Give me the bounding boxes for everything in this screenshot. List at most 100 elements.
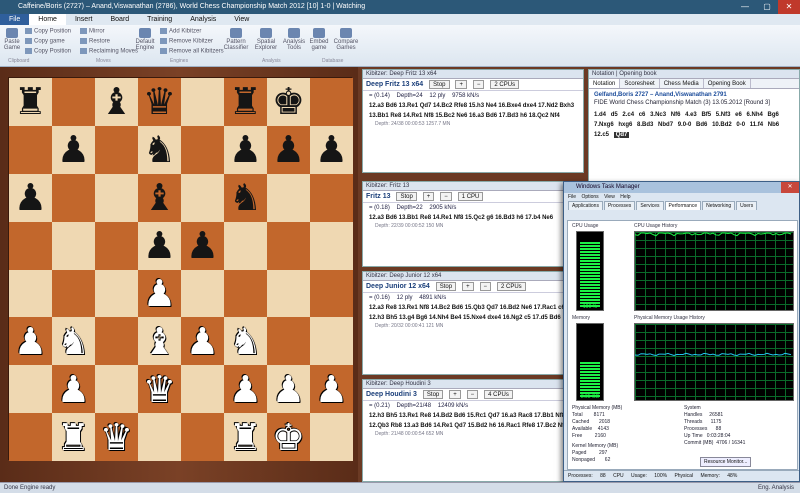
menu-training[interactable]: Training	[138, 14, 181, 25]
white-pawn-icon[interactable]: ♟	[14, 323, 47, 360]
white-pawn-icon[interactable]: ♟	[315, 371, 348, 408]
white-pawn-icon[interactable]: ♟	[57, 371, 90, 408]
square[interactable]: ♜	[9, 78, 52, 126]
chess-board[interactable]: ♜ ♝ ♛ ♜ ♚ ♟ ♞ ♟ ♟ ♟ ♟ ♝ ♞ ♟ ♟ ♟ ♟ ♞ ♝ ♟ ♞ ♟ ♛ ♟ ♟ ♟ ♜ ♛ ♜ ♚	[8, 77, 353, 461]
move[interactable]: 8.Bd3	[637, 122, 658, 128]
menu-analysis[interactable]: Analysis	[181, 14, 225, 25]
engine-line[interactable]: 13.Bb1 Re8 14.Re1 Nf8 15.Bc2 Ne6 16.a3 B…	[363, 111, 583, 121]
paste-game-button[interactable]: Paste Game	[3, 27, 21, 51]
square[interactable]	[181, 173, 224, 222]
square[interactable]: ♟	[181, 317, 224, 366]
remove-line-button[interactable]: −	[479, 281, 492, 291]
square[interactable]	[310, 78, 353, 126]
black-bishop-icon[interactable]: ♝	[100, 83, 133, 120]
remove-all-kibitzers-button[interactable]: Remove all Kibitzers	[160, 48, 224, 55]
square[interactable]: ♚	[267, 413, 310, 461]
square[interactable]	[181, 78, 224, 126]
black-rook-icon[interactable]: ♜	[14, 83, 47, 120]
square[interactable]	[95, 269, 138, 318]
remove-line-button[interactable]: −	[440, 191, 452, 201]
square[interactable]	[310, 221, 353, 270]
black-king-icon[interactable]: ♚	[272, 83, 305, 120]
square[interactable]: ♜	[224, 413, 267, 461]
square[interactable]	[267, 269, 310, 318]
square[interactable]: ♟	[181, 221, 224, 270]
close-button[interactable]: ✕	[778, 0, 800, 14]
square[interactable]: ♟	[138, 221, 181, 270]
square[interactable]	[52, 269, 95, 318]
square[interactable]	[52, 221, 95, 270]
copy-position2-button[interactable]: Copy Position	[25, 48, 71, 55]
pattern-classifier-button[interactable]: Pattern Classifier	[222, 27, 250, 51]
square[interactable]: ♝	[95, 78, 138, 126]
square[interactable]	[310, 413, 353, 461]
square[interactable]	[9, 221, 52, 270]
square[interactable]: ♟	[52, 365, 95, 414]
move[interactable]: c6	[639, 112, 650, 118]
square[interactable]	[138, 413, 181, 461]
tab-networking[interactable]: Networking	[702, 201, 736, 210]
white-queen-icon[interactable]: ♛	[143, 371, 176, 408]
square[interactable]	[310, 173, 353, 222]
square[interactable]: ♟	[52, 125, 95, 174]
move[interactable]: 5.Nf3	[716, 112, 735, 118]
black-pawn-icon[interactable]: ♟	[14, 179, 47, 216]
square[interactable]: ♝	[138, 173, 181, 222]
white-king-icon[interactable]: ♚	[272, 419, 305, 456]
square[interactable]	[9, 413, 52, 461]
move[interactable]: 0-0	[736, 122, 749, 128]
menu-board[interactable]: Board	[101, 14, 138, 25]
square[interactable]	[181, 269, 224, 318]
white-pawn-icon[interactable]: ♟	[229, 371, 262, 408]
stop-button[interactable]: Stop	[422, 389, 444, 399]
tab-services[interactable]: Services	[636, 201, 664, 210]
square[interactable]: ♟	[310, 125, 353, 174]
task-manager-close-icon[interactable]: ✕	[781, 182, 799, 193]
move[interactable]: 10.Bd2	[712, 122, 736, 128]
tab-performance[interactable]: Performance	[664, 201, 702, 210]
square[interactable]	[267, 173, 310, 222]
tm-menu-view[interactable]: View	[604, 194, 615, 200]
stop-button[interactable]: Stop	[429, 79, 450, 89]
engine-line[interactable]: 12.h3 Bh5 13.Re1 Re8 14.Bd2 Bd6 15.Rc1 Q…	[363, 411, 583, 421]
square[interactable]: ♞	[52, 317, 95, 366]
square[interactable]	[267, 221, 310, 270]
tm-menu-help[interactable]: Help	[620, 194, 630, 200]
remove-line-button[interactable]: −	[472, 79, 485, 89]
copy-position-button[interactable]: Copy Position	[25, 28, 71, 35]
square[interactable]: ♜	[52, 413, 95, 461]
square[interactable]	[224, 221, 267, 270]
square[interactable]: ♛	[95, 413, 138, 461]
tab-opening-book[interactable]: Opening Book	[704, 79, 751, 88]
move[interactable]: 9.0-0	[678, 122, 696, 128]
square[interactable]	[9, 269, 52, 318]
white-pawn-icon[interactable]: ♟	[143, 275, 176, 312]
square[interactable]: ♟	[9, 317, 52, 366]
move[interactable]: Nf6	[671, 112, 685, 118]
spatial-explorer-button[interactable]: Spatial Explorer	[252, 27, 280, 51]
move[interactable]: Bf5	[701, 112, 715, 118]
square[interactable]	[181, 125, 224, 174]
analysis-tools-button[interactable]: Analysis Tools	[282, 27, 306, 51]
cpu-button[interactable]: 2 CPUs	[490, 79, 520, 89]
move[interactable]: e6	[735, 112, 746, 118]
black-pawn-icon[interactable]: ♟	[315, 131, 348, 168]
resource-monitor-button[interactable]: Resource Monitor...	[700, 457, 752, 467]
reclaiming-moves-button[interactable]: Reclaiming Moves	[80, 48, 138, 55]
tm-menu-options[interactable]: Options	[581, 194, 598, 200]
black-knight-icon[interactable]: ♞	[143, 131, 176, 168]
move[interactable]: 3.Nc3	[650, 112, 671, 118]
move[interactable]: 1.d4	[594, 112, 611, 118]
move[interactable]: 2.c4	[622, 112, 638, 118]
stop-button[interactable]: Stop	[435, 281, 457, 291]
tab-users[interactable]: Users	[736, 201, 758, 210]
remove-line-button[interactable]: −	[466, 389, 479, 399]
move[interactable]: hxg6	[618, 122, 637, 128]
move[interactable]: d5	[611, 112, 623, 118]
square[interactable]	[95, 173, 138, 222]
move-list[interactable]: 1.d4 d5 2.c4 c6 3.Nc3 Nf6 4.e3 Bf5 5.Nf3…	[589, 109, 799, 141]
add-line-button[interactable]: +	[455, 79, 467, 89]
cpu-button[interactable]: 1 CPU	[457, 191, 484, 201]
square[interactable]: ♚	[267, 78, 310, 126]
engine-line[interactable]: 12.a3 Re8 13.Re1 Nf8 14.Bc2 Bd6 15.Qb3 Q…	[363, 303, 583, 313]
